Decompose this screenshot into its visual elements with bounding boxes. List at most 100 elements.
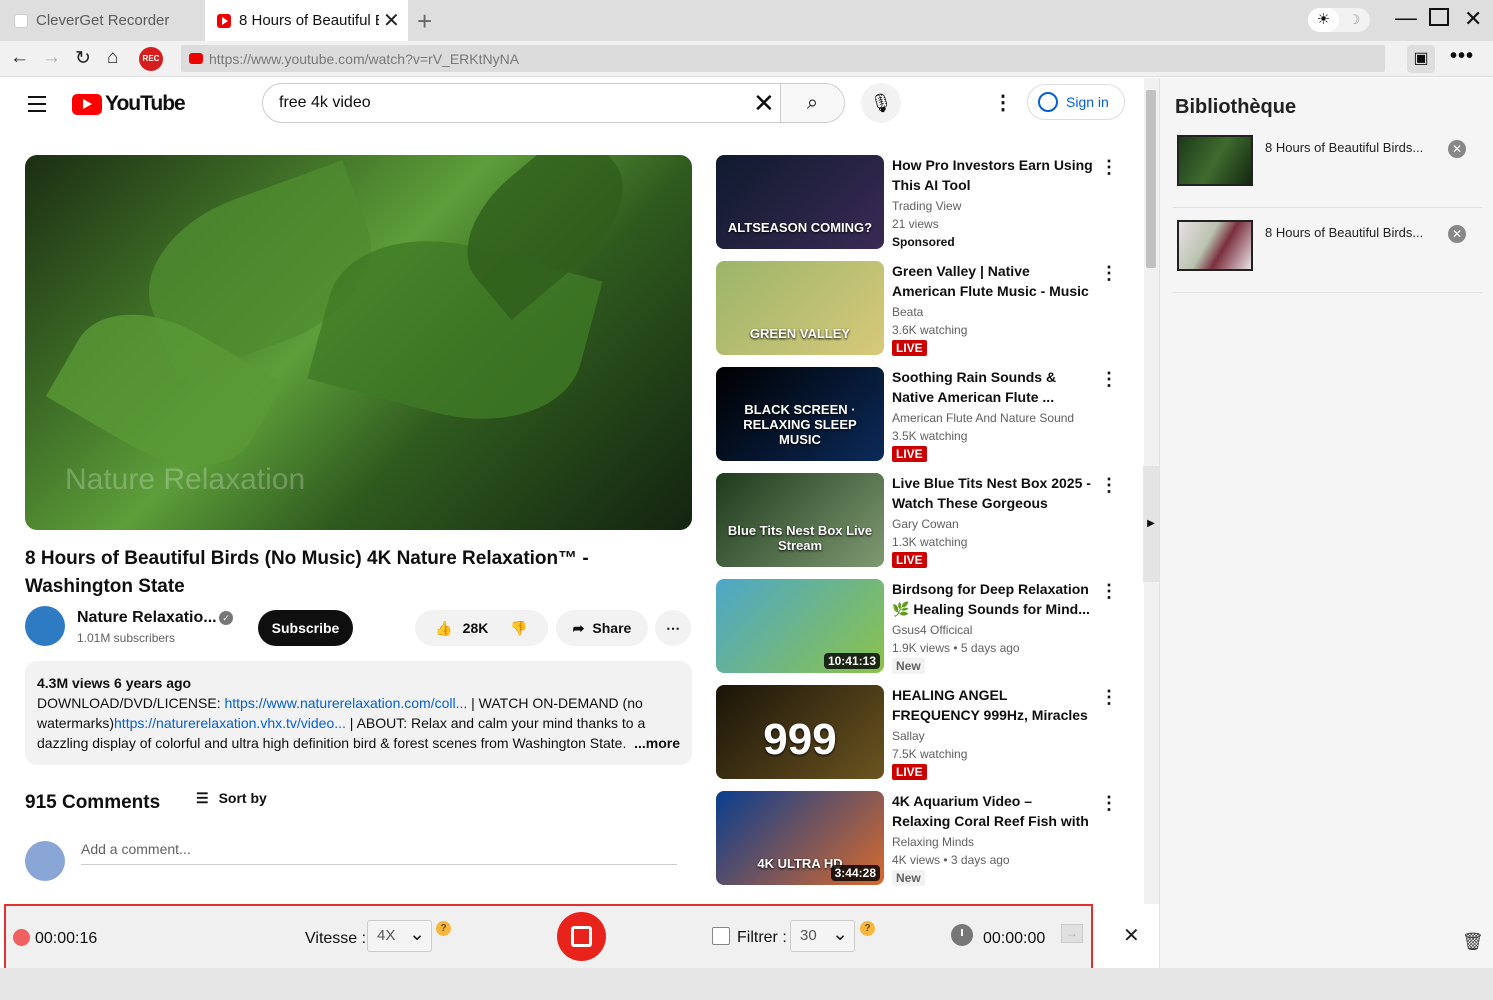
trash-icon[interactable]: 🗑 (1462, 932, 1484, 952)
recommendation-channel[interactable]: American Flute And Nature Sound (892, 411, 1074, 425)
video-thumbnail[interactable]: BLACK SCREEN · RELAXING SLEEP MUSIC (716, 367, 884, 461)
remove-item-icon[interactable]: ✕ (1448, 225, 1466, 243)
reload-icon[interactable]: ↻ (75, 47, 91, 70)
apply-timer-icon[interactable]: → (1061, 924, 1083, 943)
new-tab-button[interactable]: + (417, 6, 432, 37)
tab-cleverget-recorder[interactable]: CleverGet Recorder (0, 0, 205, 41)
remove-item-icon[interactable]: ✕ (1448, 140, 1466, 158)
video-thumbnail[interactable]: 999 (716, 685, 884, 779)
show-more-link[interactable]: ...more (628, 733, 680, 753)
home-icon[interactable]: ⌂ (107, 47, 118, 69)
recommendation-item[interactable]: BLACK SCREEN · RELAXING SLEEP MUSIC Sooth… (716, 367, 1136, 462)
search-button[interactable]: ⌕ (780, 84, 844, 122)
speed-value: 4X (377, 927, 396, 944)
close-tab-icon[interactable]: ✕ (383, 8, 400, 33)
timer-icon[interactable] (951, 924, 973, 946)
sort-by-button[interactable]: ☰ Sort by (196, 790, 267, 807)
recommendation-channel[interactable]: Beata (892, 305, 923, 319)
recommendation-title[interactable]: Green Valley | Native American Flute Mus… (892, 261, 1094, 301)
recommendation-title[interactable]: Birdsong for Deep Relaxation 🌿 Healing S… (892, 579, 1094, 619)
more-options-icon[interactable]: ⋮ (1100, 157, 1118, 178)
download-library-icon[interactable]: ▣ (1407, 45, 1435, 73)
video-player[interactable]: Nature Relaxation (25, 155, 692, 530)
settings-more-icon[interactable]: ⋮ (993, 90, 1013, 115)
thumbs-up-icon[interactable]: 👍 (435, 620, 452, 637)
comment-input[interactable]: Add a comment... (81, 841, 677, 865)
like-count[interactable]: 28K (463, 620, 489, 636)
share-icon: ➦ (572, 619, 585, 636)
stop-recording-button[interactable] (557, 912, 606, 961)
recommendation-title[interactable]: Soothing Rain Sounds & Native American F… (892, 367, 1094, 407)
recommendation-title[interactable]: Live Blue Tits Nest Box 2025 - Watch The… (892, 473, 1094, 513)
more-options-icon[interactable]: ⋮ (1100, 475, 1118, 496)
moon-icon[interactable]: ☽ (1339, 12, 1370, 28)
recommendation-item[interactable]: 10:41:13 Birdsong for Deep Relaxation 🌿 H… (716, 579, 1136, 674)
sign-in-button[interactable]: Sign in (1027, 84, 1125, 120)
clear-search-icon[interactable]: ✕ (753, 88, 775, 119)
tab-youtube-video[interactable]: 8 Hours of Beautiful Birds ✕ (205, 0, 408, 41)
collapse-panel-icon[interactable]: ▶ (1143, 466, 1159, 582)
subscribe-button[interactable]: Subscribe (258, 610, 353, 646)
browser-tab-bar: CleverGet Recorder 8 Hours of Beautiful … (0, 0, 1493, 41)
recommendation-channel[interactable]: Gary Cowan (892, 517, 959, 531)
video-thumbnail[interactable]: GREEN VALLEY (716, 261, 884, 355)
help-icon[interactable]: ? (436, 921, 451, 936)
video-thumbnail[interactable]: Blue Tits Nest Box Live Stream (716, 473, 884, 567)
recommendation-channel[interactable]: Trading View (892, 199, 961, 213)
thumbs-down-icon[interactable]: 👎 (510, 620, 527, 637)
more-options-icon[interactable]: ⋮ (1100, 581, 1118, 602)
recommendation-item[interactable]: GREEN VALLEY Green Valley | Native Americ… (716, 261, 1136, 356)
recommendation-badge: Sponsored (892, 235, 955, 249)
filter-checkbox[interactable] (712, 927, 730, 945)
youtube-play-icon (72, 93, 102, 115)
library-item[interactable]: 8 Hours of Beautiful Birds... ✕ (1173, 208, 1482, 293)
more-options-icon[interactable]: ⋮ (1100, 687, 1118, 708)
recommendation-channel[interactable]: Gsus4 Officical (892, 623, 972, 637)
more-options-icon[interactable]: ⋮ (1100, 793, 1118, 814)
help-icon[interactable]: ? (860, 921, 875, 936)
recommendation-channel[interactable]: Sallay (892, 729, 925, 743)
recommendation-item[interactable]: Blue Tits Nest Box Live Stream Live Blue … (716, 473, 1136, 568)
library-item[interactable]: 8 Hours of Beautiful Birds... ✕ (1173, 123, 1482, 208)
forward-arrow-icon[interactable]: → (42, 47, 61, 69)
filter-select[interactable]: 30 ⌄ (790, 920, 855, 952)
back-arrow-icon[interactable]: ← (10, 47, 29, 69)
youtube-logo[interactable]: YouTube (72, 92, 186, 116)
description-link[interactable]: https://www.naturerelaxation.com/coll... (224, 695, 467, 711)
speed-select[interactable]: 4X ⌄ (367, 920, 432, 952)
theme-toggle[interactable]: ☀ ☽ (1308, 8, 1370, 32)
video-thumbnail[interactable]: 10:41:13 (716, 579, 884, 673)
sun-icon[interactable]: ☀ (1308, 8, 1339, 32)
more-actions-icon[interactable]: ⋯ (655, 610, 691, 646)
recommendation-meta: 7.5K watching (892, 747, 968, 761)
close-window-button[interactable]: ✕ (1464, 6, 1482, 32)
url-field[interactable]: https://www.youtube.com/watch?v=rV_ERKtN… (181, 45, 1385, 72)
rec-button[interactable]: REC (139, 47, 163, 71)
recommendation-item[interactable]: 4K ULTRA HD 3:44:28 4K Aquarium Video – Re… (716, 791, 1136, 886)
description-link[interactable]: https://naturerelaxation.vhx.tv/video... (114, 715, 346, 731)
recommendation-item[interactable]: ALTSEASON COMING? How Pro Investors Earn … (716, 155, 1136, 250)
microphone-icon[interactable]: 🎙 (861, 83, 901, 123)
recommendation-title[interactable]: HEALING ANGEL FREQUENCY 999Hz, Miracles … (892, 685, 1094, 725)
scrollbar-thumb[interactable] (1146, 90, 1156, 268)
recommendation-item[interactable]: 999 HEALING ANGEL FREQUENCY 999Hz, Miracl… (716, 685, 1136, 780)
recommendation-channel[interactable]: Relaxing Minds (892, 835, 974, 849)
recommendation-title[interactable]: How Pro Investors Earn Using This AI Too… (892, 155, 1094, 195)
close-recorder-icon[interactable]: ✕ (1123, 923, 1140, 948)
description-box[interactable]: 4.3M views 6 years ago DOWNLOAD/DVD/LICE… (25, 661, 692, 765)
maximize-button[interactable] (1429, 8, 1449, 26)
share-button[interactable]: ➦ Share (556, 610, 648, 646)
recommendation-title[interactable]: 4K Aquarium Video – Relaxing Coral Reef … (892, 791, 1094, 831)
more-options-icon[interactable]: ⋮ (1100, 369, 1118, 390)
video-thumbnail[interactable]: 4K ULTRA HD 3:44:28 (716, 791, 884, 885)
search-input[interactable]: free 4k video (263, 94, 743, 112)
video-thumbnail[interactable]: ALTSEASON COMING? (716, 155, 884, 249)
channel-avatar[interactable] (25, 606, 65, 646)
channel-name[interactable]: Nature Relaxatio... (77, 609, 217, 627)
url-text: https://www.youtube.com/watch?v=rV_ERKtN… (209, 50, 520, 67)
more-options-icon[interactable]: ••• (1450, 45, 1474, 68)
more-options-icon[interactable]: ⋮ (1100, 263, 1118, 284)
menu-icon[interactable] (28, 96, 46, 117)
recommendation-meta: 1.3K watching (892, 535, 968, 549)
minimize-button[interactable]: — (1395, 5, 1417, 31)
